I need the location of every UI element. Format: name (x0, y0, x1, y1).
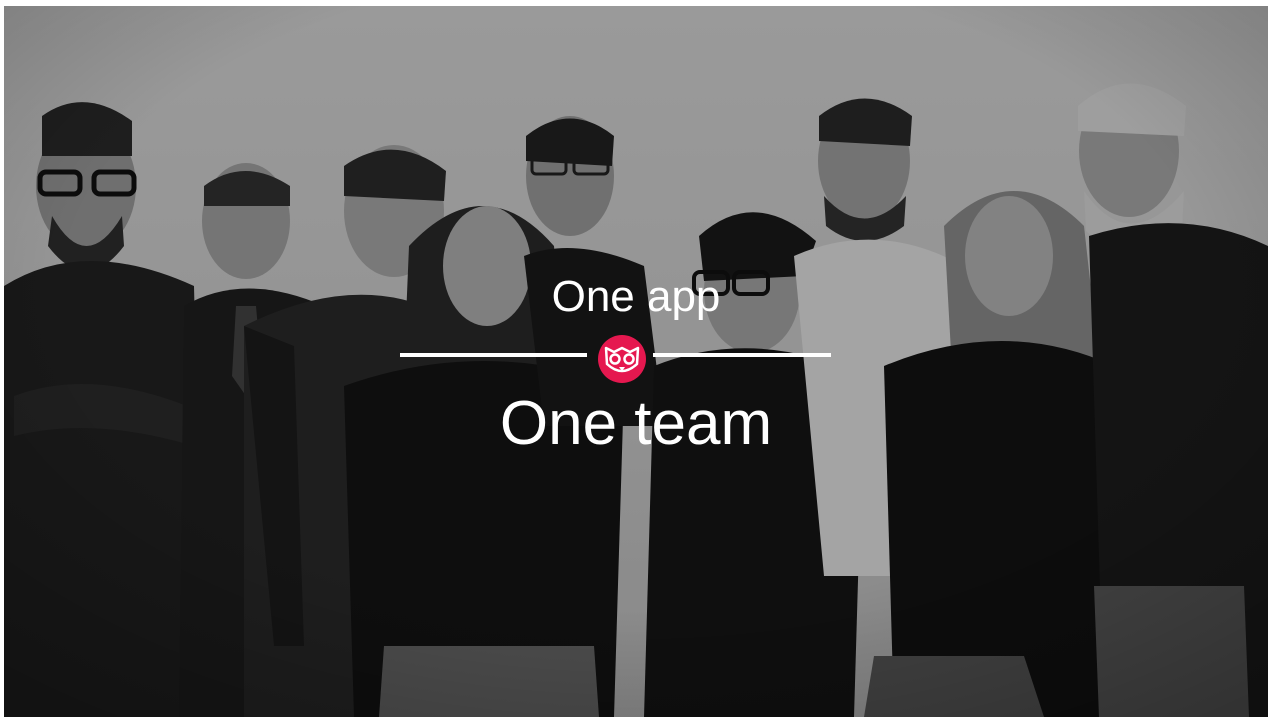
divider-left (400, 353, 587, 357)
headline-one-app: One app (551, 272, 721, 321)
owl-logo-icon (598, 335, 646, 383)
slide: One app One team (4, 6, 1268, 717)
headline-one-team: One team (499, 389, 773, 458)
divider-right (653, 353, 831, 357)
